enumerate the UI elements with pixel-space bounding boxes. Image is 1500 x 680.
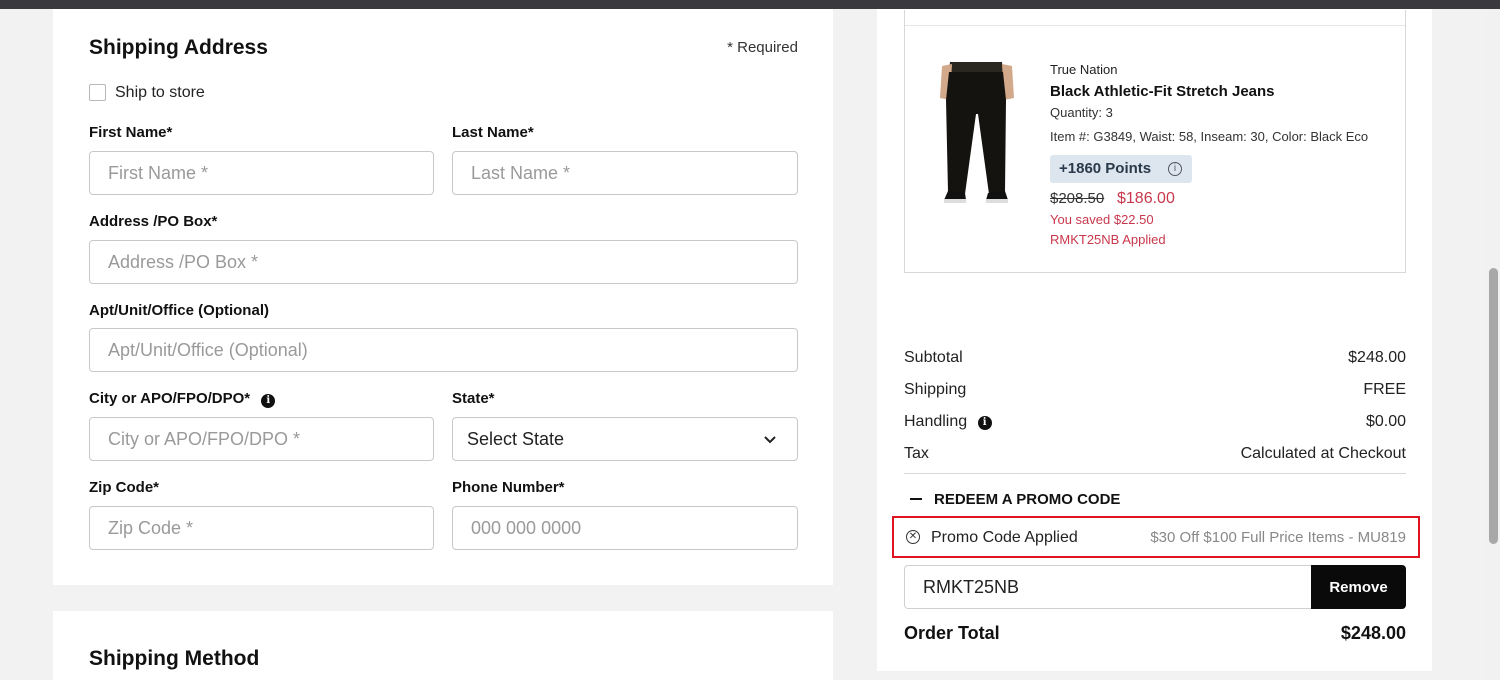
first-name-input[interactable] [90, 152, 433, 194]
promo-applied-description: $30 Off $100 Full Price Items - MU819 [1150, 529, 1406, 546]
browser-top-bar [0, 0, 1500, 9]
product-old-price: $208.50 [1050, 190, 1105, 207]
info-icon[interactable]: i [261, 394, 276, 408]
product-saved: You saved $22.50 [1050, 212, 1154, 227]
order-total-value: $248.00 [1340, 623, 1406, 643]
shipping-method-title: Shipping Method [89, 647, 260, 670]
zip-field[interactable] [89, 506, 434, 550]
handling-label: Handling [904, 413, 968, 430]
chevron-down-icon [764, 436, 776, 444]
phone-input[interactable] [453, 507, 797, 549]
last-name-input[interactable] [453, 152, 797, 194]
shipping-cost-value: FREE [1363, 381, 1406, 398]
city-field[interactable] [89, 417, 434, 461]
tax-label: Tax [904, 445, 929, 462]
points-text: +1860 Points [1059, 160, 1152, 177]
last-name-field[interactable] [452, 151, 798, 195]
state-label: State* [452, 390, 495, 407]
product-quantity: Quantity: 3 [1050, 105, 1113, 120]
tax-value: Calculated at Checkout [1240, 445, 1406, 462]
subtotal-row: Subtotal $248.00 [904, 349, 1406, 367]
subtotal-value: $248.00 [1348, 349, 1406, 366]
promo-code-field[interactable] [904, 565, 1312, 609]
product-image [940, 62, 1014, 203]
apt-input[interactable] [90, 329, 797, 371]
shipping-address-title: Shipping Address [89, 36, 268, 59]
state-selected-value: Select State [467, 429, 565, 449]
remove-promo-button[interactable]: Remove [1311, 565, 1406, 609]
city-label-text: City or APO/FPO/DPO* [89, 390, 251, 407]
zip-label: Zip Code* [89, 479, 159, 496]
last-name-label: Last Name* [452, 124, 534, 141]
shipping-cost-label: Shipping [904, 381, 967, 398]
minus-icon [910, 497, 922, 500]
scrollbar-thumb[interactable] [1489, 268, 1498, 544]
first-name-label: First Name* [89, 124, 173, 141]
product-name[interactable]: Black Athletic-Fit Stretch Jeans [1050, 83, 1275, 100]
product-promo-applied: RMKT25NB Applied [1050, 232, 1166, 247]
promo-code-input[interactable] [905, 566, 1312, 608]
promo-applied-banner: ✕ Promo Code Applied $30 Off $100 Full P… [892, 516, 1420, 558]
address-input[interactable] [90, 241, 797, 283]
apt-label: Apt/Unit/Office (Optional) [89, 302, 269, 319]
city-label: City or APO/FPO/DPO* i [89, 390, 276, 408]
redeem-promo-label: REDEEM A PROMO CODE [934, 491, 1121, 508]
order-total-label: Order Total [904, 623, 1000, 643]
product-brand: True Nation [1050, 62, 1118, 77]
product-divider [905, 25, 1405, 26]
shipping-row: Shipping FREE [904, 381, 1406, 399]
info-icon[interactable]: i [977, 416, 992, 430]
handling-value: $0.00 [1365, 413, 1406, 430]
zip-input[interactable] [90, 507, 433, 549]
address-field[interactable] [89, 240, 798, 284]
state-select[interactable]: Select State [452, 417, 798, 461]
first-name-field[interactable] [89, 151, 434, 195]
points-badge: +1860 Points i [1050, 155, 1192, 183]
info-outline-icon[interactable]: i [1168, 162, 1182, 176]
close-circle-icon[interactable]: ✕ [906, 530, 920, 544]
product-details: Item #: G3849, Waist: 58, Inseam: 30, Co… [1050, 129, 1369, 144]
required-note: * Required [727, 39, 798, 56]
phone-field[interactable] [452, 506, 798, 550]
city-input[interactable] [90, 418, 433, 460]
ship-to-store-checkbox[interactable] [89, 84, 106, 101]
product-new-price: $186.00 [1117, 190, 1175, 207]
phone-label: Phone Number* [452, 479, 565, 496]
address-label: Address /PO Box* [89, 213, 218, 230]
tax-row: Tax Calculated at Checkout [904, 445, 1406, 463]
redeem-promo-toggle[interactable]: REDEEM A PROMO CODE [910, 491, 1120, 508]
summary-divider [904, 473, 1406, 474]
apt-field[interactable] [89, 328, 798, 372]
handling-row: Handling i $0.00 [904, 413, 1406, 431]
promo-applied-text: Promo Code Applied [931, 529, 1078, 546]
ship-to-store-label[interactable]: Ship to store [115, 84, 205, 102]
subtotal-label: Subtotal [904, 349, 963, 366]
